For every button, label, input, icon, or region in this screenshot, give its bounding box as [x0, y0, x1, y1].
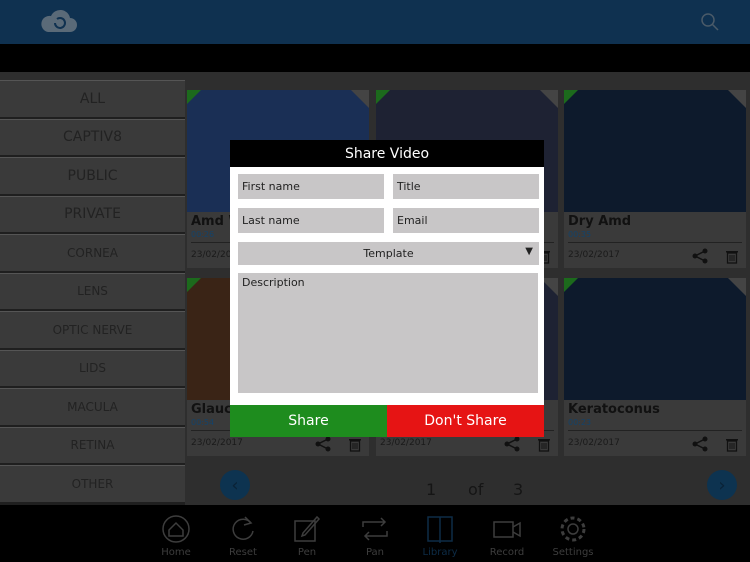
video-card[interactable]: Keratoconus 00:23 23/02/2017	[564, 278, 746, 456]
corner-fold	[728, 90, 746, 108]
total-pages: 3	[513, 480, 524, 499]
pan-icon	[362, 517, 388, 541]
share-icon[interactable]	[504, 436, 520, 452]
template-select[interactable]: Template ▼	[238, 242, 539, 265]
share-video-dialog: Share Video First name Title Last name E…	[230, 140, 544, 437]
sidebar-item-cornea[interactable]: CORNEA	[0, 234, 185, 271]
video-card[interactable]: Dry Amd 00:35 23/02/2017	[564, 90, 746, 268]
sidebar-item-other[interactable]: OTHER	[0, 465, 185, 502]
status-corner	[187, 278, 201, 292]
toolbar-label: Pan	[365, 547, 385, 558]
page-of-label: of	[468, 480, 484, 499]
divider	[568, 430, 742, 431]
sidebar-item-private[interactable]: PRIVATE	[0, 195, 185, 232]
corner-fold	[351, 90, 369, 108]
pagination: ‹ 1 of 3 ›	[185, 466, 750, 506]
toolbar-label: Pen	[297, 547, 317, 558]
sidebar-item-macula[interactable]: MACULA	[0, 388, 185, 425]
corner-fold	[540, 90, 558, 108]
email-input[interactable]: Email	[393, 208, 539, 233]
video-duration: 00:54	[191, 418, 215, 427]
sidebar-item-optic-nerve[interactable]: OPTIC NERVE	[0, 311, 185, 348]
video-duration: 00:23	[568, 418, 592, 427]
trash-icon[interactable]	[536, 436, 552, 452]
chevron-down-icon: ▼	[525, 246, 533, 257]
sidebar-item-lids[interactable]: LIDS	[0, 349, 185, 386]
trash-icon[interactable]	[724, 436, 740, 452]
toolbar-pen-button[interactable]: Pen	[277, 513, 337, 558]
video-title: Glauc	[191, 402, 232, 417]
share-button[interactable]: Share	[230, 405, 387, 437]
toolbar-label: Library	[422, 547, 458, 558]
prev-page-button[interactable]: ‹	[220, 470, 250, 500]
cloud-sync-icon[interactable]	[40, 8, 78, 34]
library-icon	[427, 516, 453, 543]
status-corner	[564, 90, 578, 104]
toolbar-pan-button[interactable]: Pan	[345, 513, 405, 558]
record-icon	[493, 521, 521, 538]
description-textarea[interactable]: Description	[238, 273, 538, 393]
toolbar-home-button[interactable]: Home	[146, 513, 206, 558]
template-label: Template	[363, 247, 414, 260]
next-page-button[interactable]: ›	[707, 470, 737, 500]
status-corner	[564, 278, 578, 292]
share-icon[interactable]	[315, 436, 331, 452]
toolbar-label: Reset	[229, 547, 257, 558]
settings-icon	[560, 516, 586, 542]
toolbar-label: Home	[161, 547, 191, 558]
sidebar-item-captiv8[interactable]: CAPTIV8	[0, 118, 185, 155]
divider	[568, 242, 742, 243]
pen-icon	[294, 515, 321, 542]
trash-icon[interactable]	[347, 436, 363, 452]
toolbar-record-button[interactable]: Record	[477, 513, 537, 558]
dialog-title: Share Video	[230, 140, 544, 167]
status-corner	[376, 90, 390, 104]
category-sidebar: ALL CAPTIV8 PUBLIC PRIVATE CORNEA LENS O…	[0, 80, 185, 505]
toolbar-library-button[interactable]: Library	[410, 513, 470, 558]
toolbar-reset-button[interactable]: Reset	[213, 513, 273, 558]
video-duration: 00:26	[191, 230, 215, 239]
search-icon[interactable]	[700, 12, 720, 32]
sidebar-item-public[interactable]: PUBLIC	[0, 157, 185, 194]
video-date: 23/02/2017	[380, 438, 432, 448]
reset-icon	[232, 516, 254, 540]
video-date: 23/02/2017	[568, 250, 620, 260]
toolbar-settings-button[interactable]: Settings	[543, 513, 603, 558]
sidebar-item-all[interactable]: ALL	[0, 80, 185, 117]
sub-bar	[0, 44, 750, 72]
video-title: Keratoconus	[568, 402, 660, 417]
share-icon[interactable]	[692, 248, 708, 264]
toolbar-label: Settings	[552, 547, 594, 558]
home-icon	[162, 515, 190, 543]
corner-fold	[728, 278, 746, 296]
current-page: 1	[426, 480, 437, 499]
video-thumbnail[interactable]	[564, 278, 746, 400]
trash-icon[interactable]	[724, 248, 740, 264]
toolbar-label: Record	[489, 547, 525, 558]
last-name-input[interactable]: Last name	[238, 208, 384, 233]
video-duration: 00:35	[568, 230, 592, 239]
top-bar	[0, 0, 750, 44]
bottom-toolbar: Home Reset Pen Pan Library Record Settings	[0, 505, 750, 562]
dont-share-button[interactable]: Don't Share	[387, 405, 544, 437]
video-title: Dry Amd	[568, 214, 632, 229]
first-name-input[interactable]: First name	[238, 174, 384, 199]
video-thumbnail[interactable]	[564, 90, 746, 212]
video-date: 23/02/2017	[191, 438, 243, 448]
sidebar-item-lens[interactable]: LENS	[0, 272, 185, 309]
sidebar-item-retina[interactable]: RETINA	[0, 426, 185, 463]
title-input[interactable]: Title	[393, 174, 539, 199]
video-date: 23/02/2017	[568, 438, 620, 448]
share-icon[interactable]	[692, 436, 708, 452]
status-corner	[187, 90, 201, 104]
